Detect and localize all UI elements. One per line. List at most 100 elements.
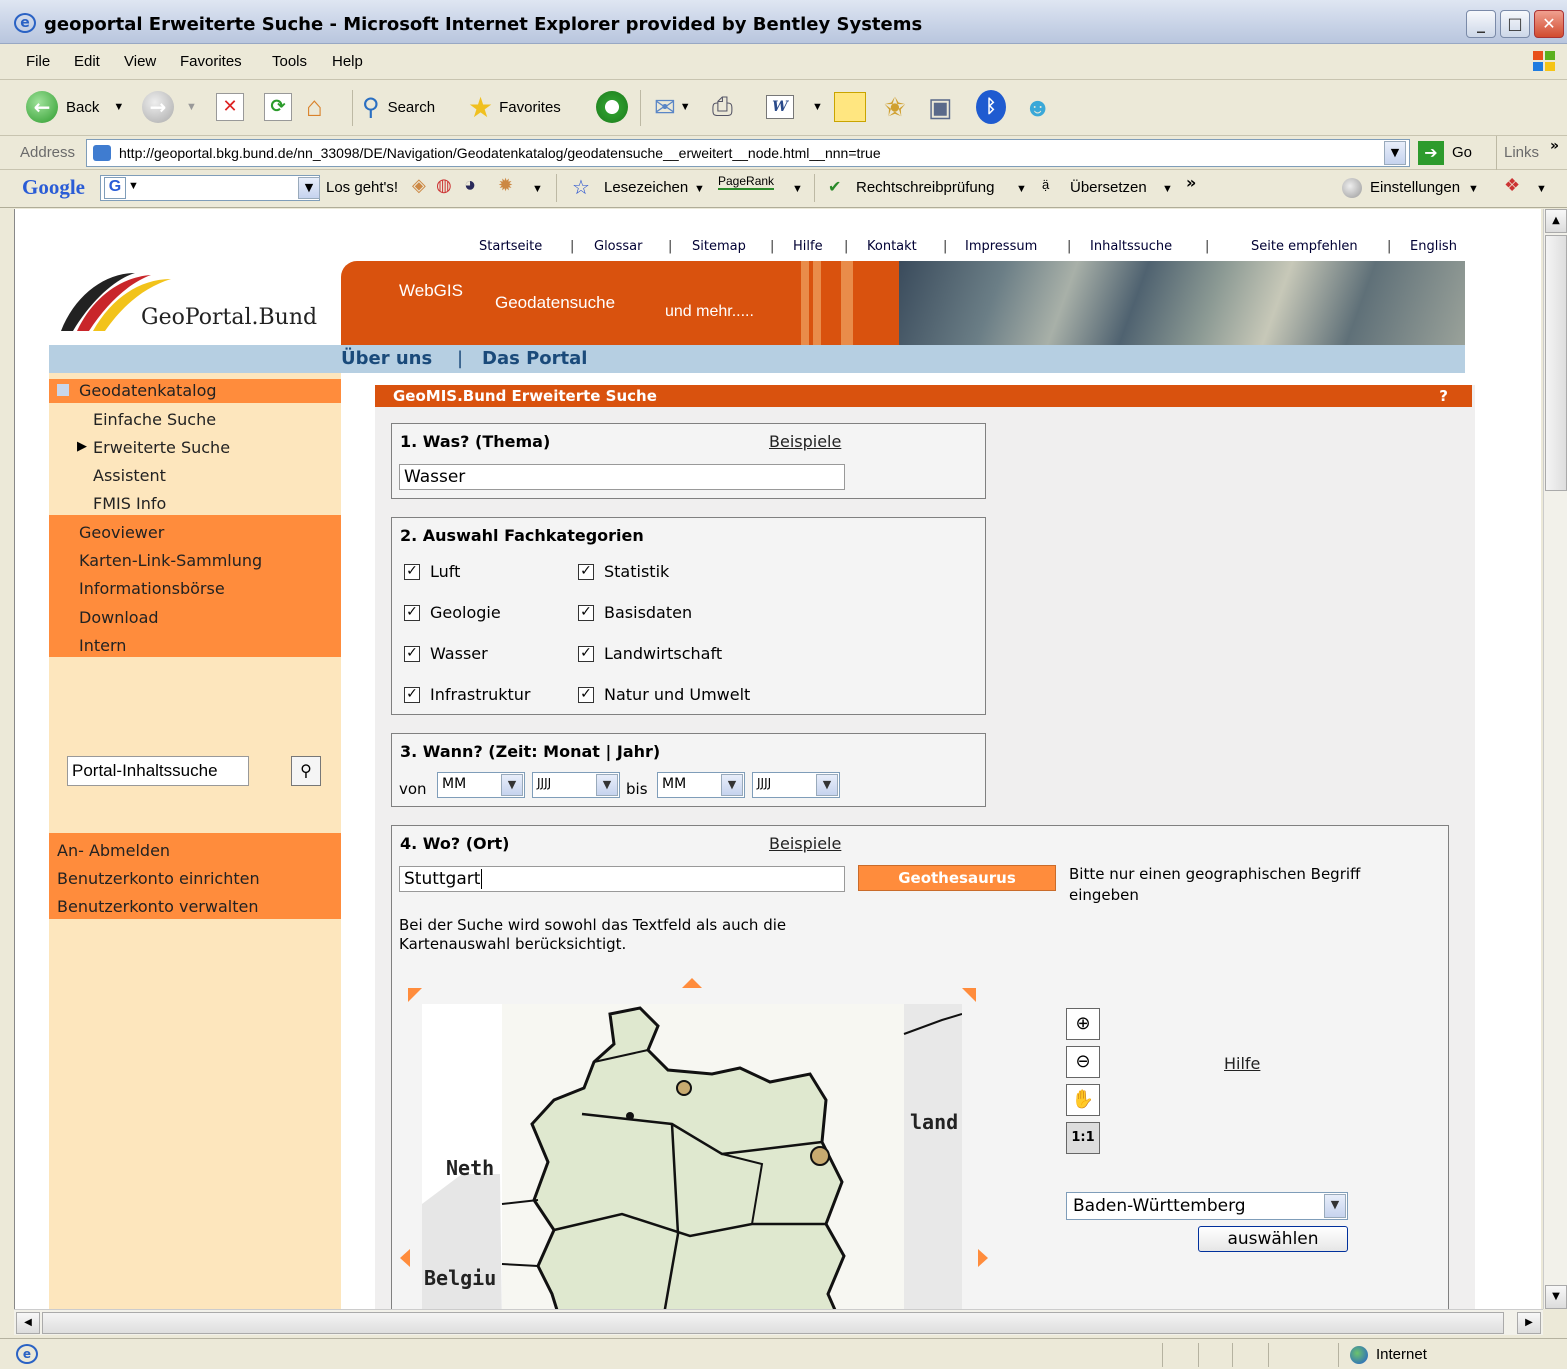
- to-month-select[interactable]: MM ▼: [657, 772, 745, 798]
- favorites-button[interactable]: ★ Favorites: [468, 90, 561, 124]
- back-dropdown-icon[interactable]: ▼: [113, 101, 124, 113]
- pan-east-icon[interactable]: [978, 1249, 988, 1267]
- where-examples-link[interactable]: Beispiele: [769, 834, 841, 853]
- sidebar-item-karten-link[interactable]: Karten-Link-Sammlung: [79, 551, 262, 570]
- zoom-in-icon[interactable]: ⊕: [1066, 1008, 1100, 1040]
- sidebar-item-erweiterte-suche[interactable]: Erweiterte Suche: [93, 438, 230, 457]
- banner-geodatensuche[interactable]: Geodatensuche: [495, 293, 615, 313]
- account-create[interactable]: Benutzerkonto einrichten: [57, 869, 260, 888]
- discuss-button[interactable]: [834, 90, 866, 124]
- toolbar-more-icon[interactable]: »: [1186, 173, 1196, 192]
- what-examples-link[interactable]: Beispiele: [769, 432, 841, 451]
- pagerank-icon[interactable]: ◍: [436, 175, 452, 196]
- mail-button[interactable]: ✉ ▼: [654, 90, 691, 124]
- toplink-inhaltssuche[interactable]: Inhaltssuche: [1090, 239, 1172, 254]
- checkbox-infrastruktur[interactable]: ✓ Infrastruktur: [404, 685, 530, 704]
- stop-button[interactable]: ✕: [216, 90, 244, 124]
- horizontal-scrollbar[interactable]: ◀ ▶: [14, 1309, 1543, 1335]
- portal-search-input[interactable]: Portal-Inhaltssuche: [67, 756, 249, 786]
- region-select[interactable]: Baden-Württemberg ▼: [1066, 1192, 1348, 1220]
- scroll-right-icon[interactable]: ▶: [1517, 1312, 1541, 1334]
- google-go-button[interactable]: Los geht's!: [326, 179, 398, 196]
- account-login[interactable]: An- Abmelden: [57, 841, 170, 860]
- home-button[interactable]: ⌂: [306, 90, 323, 124]
- geothesaurus-button[interactable]: Geothesaurus: [858, 865, 1056, 891]
- sidebar-item-assistent[interactable]: Assistent: [93, 466, 166, 485]
- popup-blocker-icon[interactable]: ✹: [498, 175, 513, 196]
- toplink-kontakt[interactable]: Kontakt: [867, 239, 917, 254]
- edit-button[interactable]: W ▼: [766, 90, 823, 124]
- links-button[interactable]: Links: [1504, 144, 1539, 161]
- geoportal-logo[interactable]: GeoPortal.Bund: [55, 261, 345, 351]
- bluetooth-button[interactable]: ᛒ: [976, 90, 1006, 124]
- go-button[interactable]: Go: [1452, 144, 1472, 161]
- horizontal-scroll-thumb[interactable]: [42, 1312, 1504, 1334]
- print-button[interactable]: ⎙: [712, 90, 733, 124]
- globe-icon[interactable]: ◕: [464, 174, 476, 197]
- pagerank-label[interactable]: PageRank: [718, 174, 775, 190]
- auswaehlen-button[interactable]: auswählen: [1198, 1226, 1348, 1252]
- minimize-button[interactable]: _: [1466, 10, 1496, 38]
- toplink-sitemap[interactable]: Sitemap: [692, 239, 746, 254]
- google-dropdown-icon[interactable]: ▼: [298, 177, 320, 199]
- to-year-select[interactable]: JJJJ ▼: [752, 772, 840, 798]
- sidebar-item-geoviewer[interactable]: Geoviewer: [79, 523, 164, 542]
- checkbox-landwirtschaft[interactable]: ✓ Landwirtschaft: [578, 644, 722, 663]
- zoom-out-icon[interactable]: ⊖: [1066, 1046, 1100, 1078]
- toplink-impressum[interactable]: Impressum: [965, 239, 1037, 254]
- nav-das-portal[interactable]: Das Portal: [482, 348, 587, 369]
- messenger-button[interactable]: ☻: [1024, 90, 1051, 124]
- menu-view[interactable]: View: [124, 53, 156, 70]
- maximize-button[interactable]: □: [1500, 10, 1530, 38]
- vertical-scrollbar[interactable]: ▲ ▼: [1543, 209, 1567, 1309]
- checkbox-natur-und-umwelt[interactable]: ✓ Natur und Umwelt: [578, 685, 750, 704]
- checkbox-basisdaten[interactable]: ✓ Basisdaten: [578, 603, 692, 622]
- banner-mehr[interactable]: und mehr.....: [665, 303, 754, 321]
- from-year-select[interactable]: JJJJ ▼: [532, 772, 620, 798]
- pan-northwest-icon[interactable]: [408, 988, 422, 1002]
- close-button[interactable]: ✕: [1534, 10, 1564, 38]
- links-chevron-icon[interactable]: »: [1550, 138, 1559, 154]
- settings-button[interactable]: Einstellungen: [1370, 179, 1460, 196]
- bookmarks-button[interactable]: Lesezeichen: [604, 179, 688, 196]
- refresh-button[interactable]: ⟳: [264, 90, 292, 124]
- search-button[interactable]: ⚲ Search: [362, 90, 435, 124]
- toplink-glossar[interactable]: Glossar: [594, 239, 643, 254]
- toplink-startseite[interactable]: Startseite: [479, 239, 542, 254]
- menu-tools[interactable]: Tools: [272, 53, 307, 70]
- what-input[interactable]: Wasser: [399, 464, 845, 490]
- address-dropdown-icon[interactable]: ▼: [1384, 141, 1406, 165]
- menu-file[interactable]: File: [26, 53, 50, 70]
- sidebar-item-fmis-info[interactable]: FMIS Info: [93, 494, 166, 513]
- favorites-add-button[interactable]: ✬: [884, 90, 906, 124]
- checkbox-luft[interactable]: ✓ Luft: [404, 562, 460, 581]
- map-help-link[interactable]: Hilfe: [1224, 1054, 1260, 1073]
- checkbox-statistik[interactable]: ✓ Statistik: [578, 562, 669, 581]
- research-button[interactable]: ▣: [928, 90, 953, 124]
- address-input[interactable]: http://geoportal.bkg.bund.de/nn_33098/DE…: [86, 139, 1410, 167]
- pan-north-icon[interactable]: [682, 978, 702, 988]
- translate-button[interactable]: Übersetzen: [1070, 179, 1147, 196]
- scroll-down-icon[interactable]: ▼: [1545, 1285, 1567, 1309]
- pan-west-icon[interactable]: [400, 1249, 410, 1267]
- news-icon[interactable]: ◈: [412, 175, 426, 196]
- sidebar-item-geodatenkatalog[interactable]: Geodatenkatalog: [79, 381, 217, 400]
- toplink-hilfe[interactable]: Hilfe: [793, 239, 823, 254]
- scroll-up-icon[interactable]: ▲: [1545, 209, 1567, 233]
- checkbox-wasser[interactable]: ✓ Wasser: [404, 644, 488, 663]
- vertical-scroll-thumb[interactable]: [1545, 235, 1567, 491]
- sidebar-item-informationsboerse[interactable]: Informationsbörse: [79, 579, 225, 598]
- sidebar-item-einfache-suche[interactable]: Einfache Suche: [93, 410, 216, 429]
- translate-page-icon[interactable]: ❖: [1504, 175, 1520, 196]
- spellcheck-button[interactable]: Rechtschreibprüfung: [856, 179, 994, 196]
- menu-favorites[interactable]: Favorites: [180, 53, 242, 70]
- from-month-select[interactable]: MM ▼: [437, 772, 525, 798]
- account-manage[interactable]: Benutzerkonto verwalten: [57, 897, 258, 916]
- where-input[interactable]: Stuttgart: [399, 866, 845, 892]
- go-arrow-icon[interactable]: ➔: [1418, 141, 1444, 165]
- back-button[interactable]: ← Back ▼: [26, 90, 124, 124]
- nav-ueber-uns[interactable]: Über uns: [341, 348, 432, 369]
- history-button[interactable]: [596, 90, 628, 124]
- toplink-english[interactable]: English: [1410, 239, 1457, 254]
- pan-hand-icon[interactable]: ✋: [1066, 1084, 1100, 1116]
